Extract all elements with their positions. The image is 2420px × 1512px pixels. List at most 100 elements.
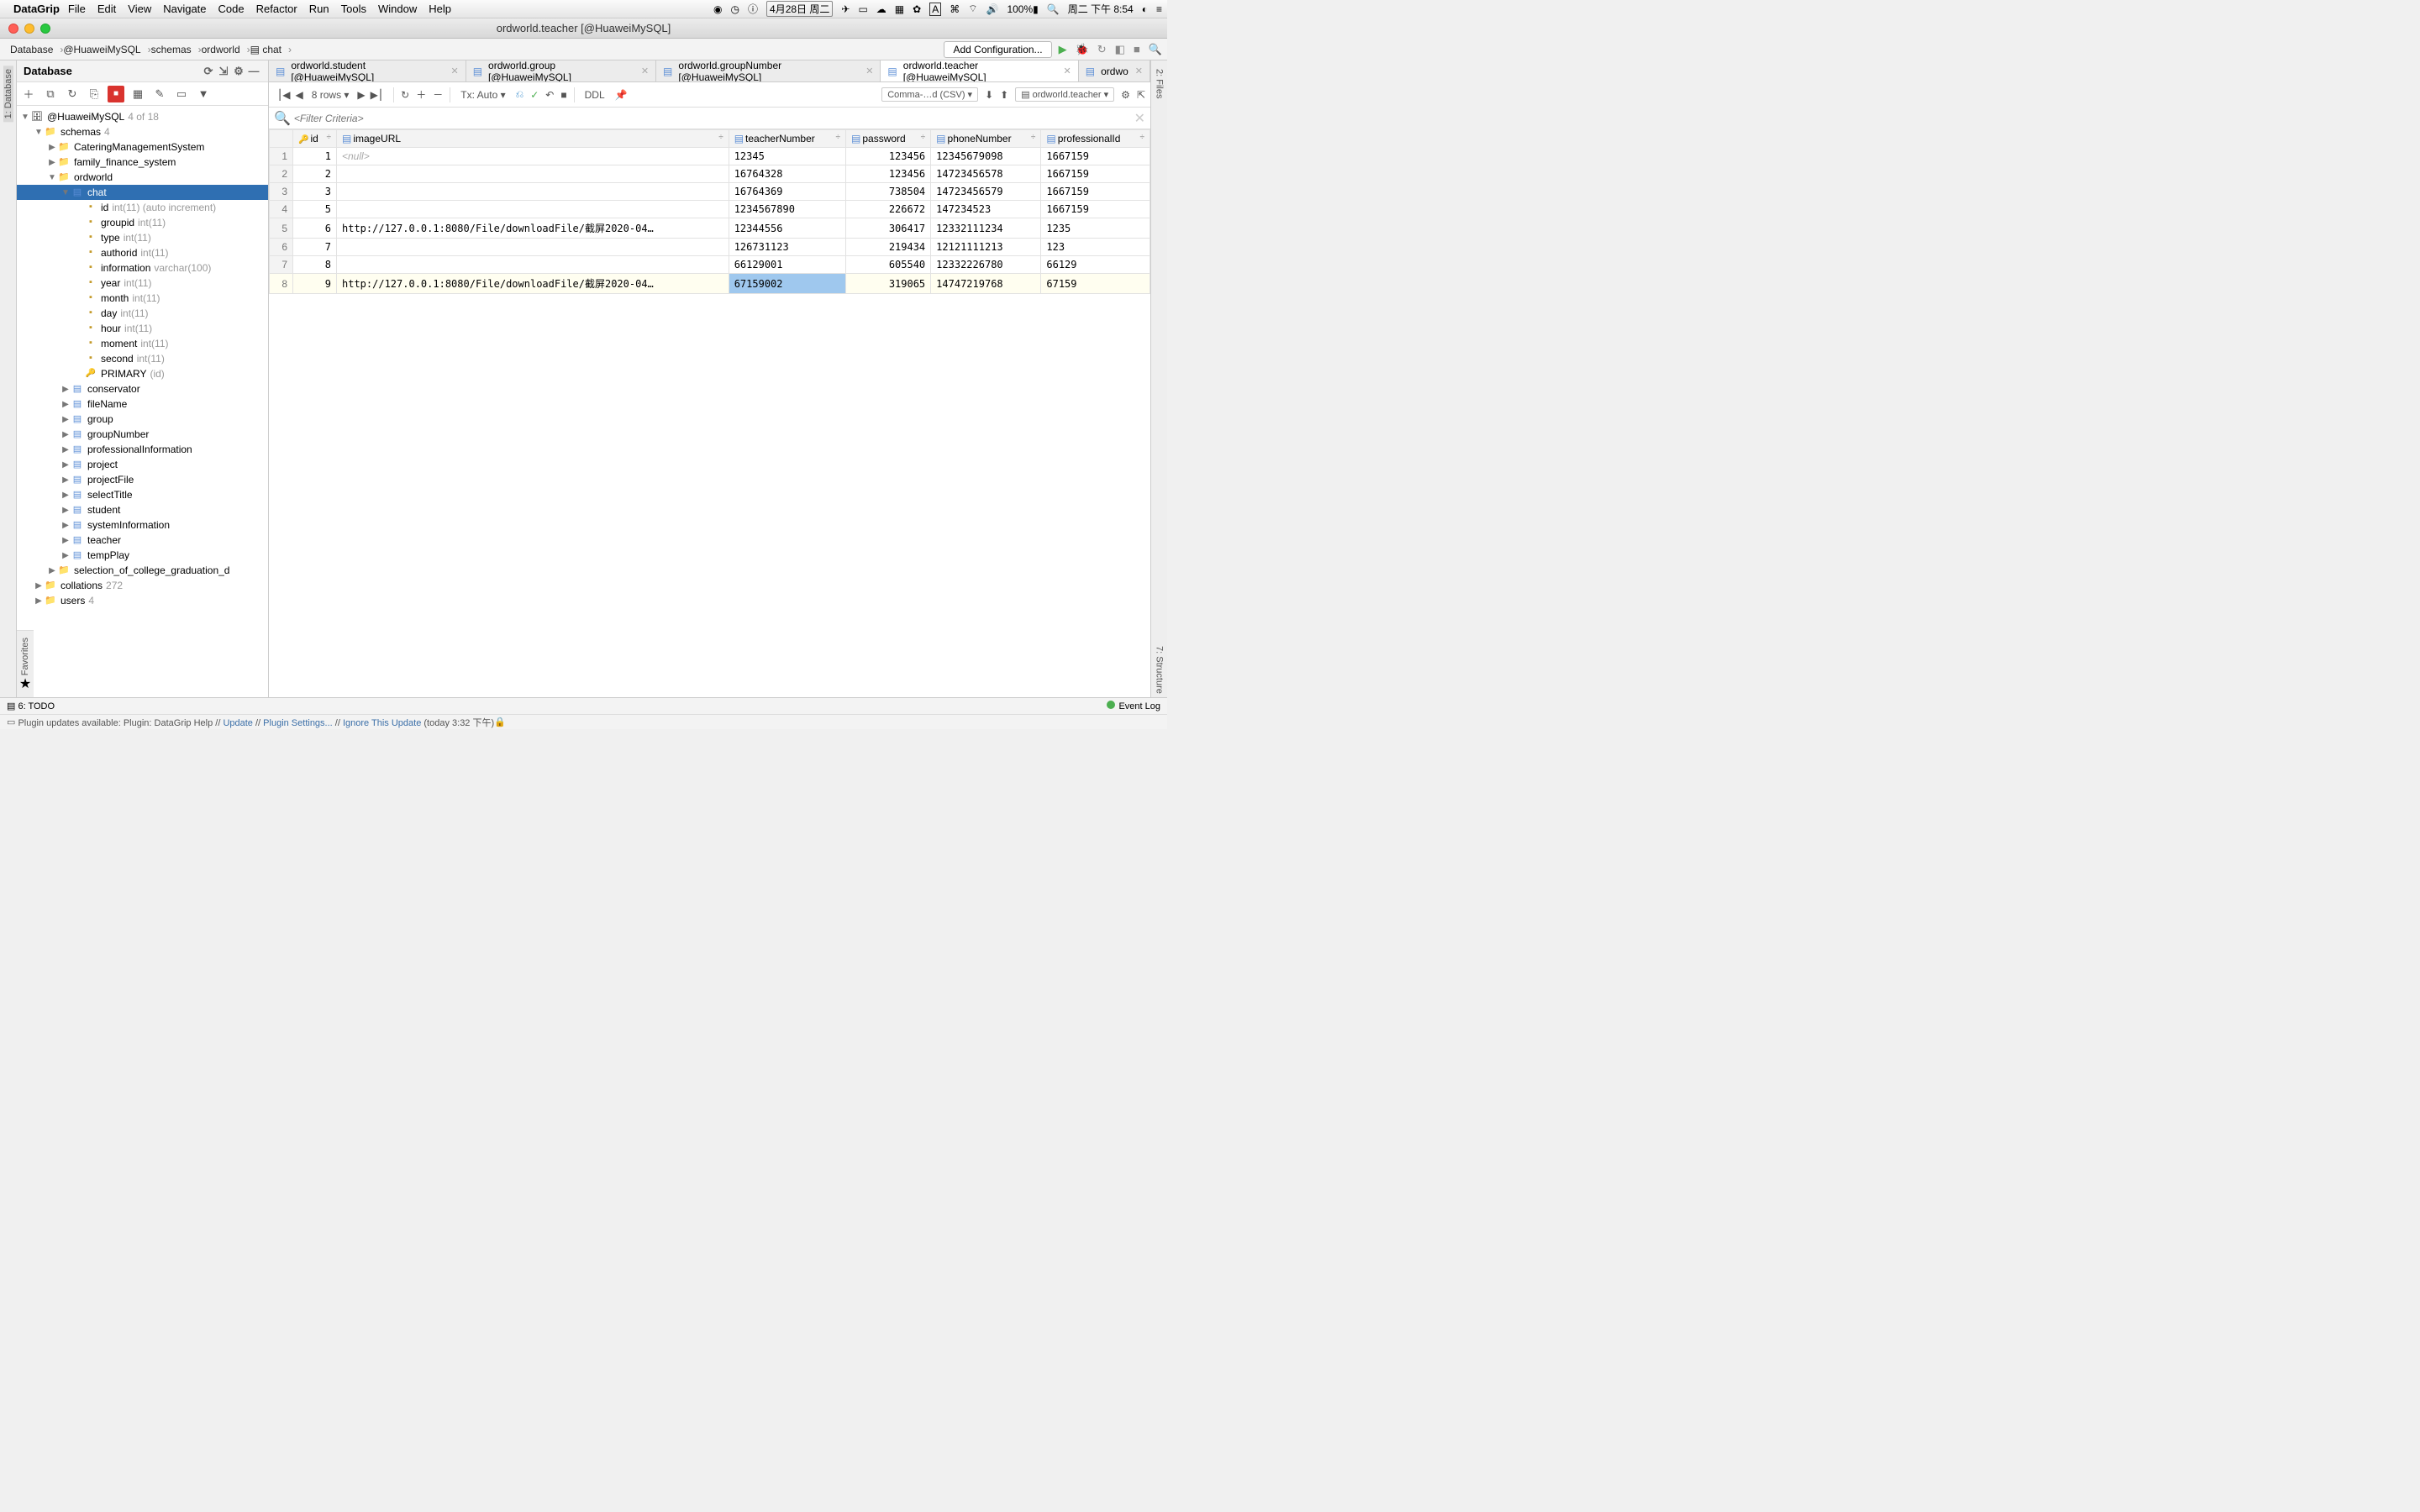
commit-icon[interactable]: ⎌ [516,88,524,101]
first-page-icon[interactable]: ⎮◀ [277,89,290,101]
edit-button[interactable]: ✎ [151,86,168,102]
app-name[interactable]: DataGrip [13,3,60,15]
prev-page-icon[interactable]: ◀ [295,89,302,101]
column-header[interactable]: imageURL÷ [337,130,729,148]
tree-row[interactable]: typeint(11) [17,230,268,245]
filter-criteria-input[interactable] [294,113,1134,124]
tree-row-selected[interactable]: chat [17,185,268,200]
table-row[interactable]: 11<null>12345123456123456790981667159 [270,148,1150,165]
menu-file[interactable]: File [68,3,86,15]
tree-row[interactable]: @HuaweiMySQL4 of 18 [17,109,268,124]
remove-row-icon[interactable]: － [433,87,443,102]
menu-window[interactable]: Window [378,3,417,15]
tree-row[interactable]: authoridint(11) [17,245,268,260]
siri-icon[interactable]: ◉ [713,3,722,15]
editor-tab[interactable]: ordwo✕ [1079,60,1150,81]
battery-indicator[interactable]: 100% ▮ [1007,3,1038,15]
new-datasource-button[interactable]: ＋ [20,86,37,102]
editor-tab[interactable]: ordworld.groupNumber [@HuaweiMySQL]✕ [656,60,881,81]
table-row[interactable]: 3316764369738504147234565791667159 [270,183,1150,201]
table-row[interactable]: 89http://127.0.0.1:8080/File/downloadFil… [270,274,1150,294]
close-tab-icon[interactable]: ✕ [450,66,458,76]
clear-filter-icon[interactable]: ✕ [1134,110,1145,127]
user-icon[interactable]: ◐ [1142,3,1148,15]
tree-row[interactable]: conservator [17,381,268,396]
tree-row[interactable]: 📁users4 [17,593,268,608]
ddl-button[interactable]: ▭ [173,86,190,102]
close-tab-icon[interactable]: ✕ [1135,66,1143,76]
toolwindow-files[interactable]: 2: Files [1155,66,1165,102]
tree-row[interactable]: 📁CateringManagementSystem [17,139,268,155]
status-link-update[interactable]: Update [223,718,252,728]
sync-icon[interactable]: ⟳ [201,65,216,78]
submit-icon[interactable]: ✓ [530,89,539,101]
column-header[interactable]: id÷ [293,130,337,148]
editor-tab[interactable]: ordworld.teacher [@HuaweiMySQL]✕ [881,60,1078,81]
table-row[interactable]: 4512345678902266721472345231667159 [270,201,1150,218]
table-row[interactable]: 56http://127.0.0.1:8080/File/downloadFil… [270,218,1150,239]
hide-icon[interactable]: — [246,65,261,77]
tree-row[interactable]: monthint(11) [17,291,268,306]
stop-icon[interactable]: ■ [1134,43,1140,55]
tree-row[interactable]: 📁family_finance_system [17,155,268,170]
toolwindow-structure[interactable]: 7: Structure [1155,643,1165,697]
favorites-label[interactable]: Favorites [20,638,30,675]
view-settings-icon[interactable]: ⚙ [1121,89,1130,101]
tree-row[interactable]: student [17,502,268,517]
last-page-icon[interactable]: ▶⎮ [371,89,383,101]
profile-icon[interactable]: ◧ [1115,43,1125,56]
wifi-icon[interactable]: ⌔ [968,3,977,15]
breadcrumb-schema[interactable]: ordworld [197,44,245,55]
tree-row[interactable]: project [17,457,268,472]
tree-row[interactable]: informationvarchar(100) [17,260,268,276]
tree-row[interactable]: tempPlay [17,548,268,563]
breadcrumb-datasource[interactable]: @HuaweiMySQL [58,44,145,55]
tree-row[interactable]: teacher [17,533,268,548]
database-tree[interactable]: @HuaweiMySQL4 of 18📁schemas4📁CateringMan… [17,106,268,630]
tree-row[interactable]: groupNumber [17,427,268,442]
add-configuration-button[interactable]: Add Configuration... [944,41,1051,58]
download-icon[interactable]: ⬇ [985,89,993,101]
notifications-icon[interactable]: ≡ [1156,3,1162,15]
grid-icon[interactable]: ▦ [895,3,904,15]
todo-toolwindow[interactable]: ▤ 6: TODO [7,701,55,711]
export-format-select[interactable]: Comma-…d (CSV) ▾ [881,87,978,102]
status-icon[interactable]: ▭ [7,717,15,727]
detach-icon[interactable]: ⇱ [1137,89,1145,101]
menu-tools[interactable]: Tools [341,3,366,15]
tree-row[interactable]: yearint(11) [17,276,268,291]
tree-row[interactable]: professionalInformation [17,442,268,457]
toolwindow-database[interactable]: 1: Database [3,66,13,122]
column-header[interactable]: teacherNumber÷ [729,130,845,148]
debug-icon[interactable]: 🐞 [1076,43,1089,56]
event-log-toolwindow[interactable]: Event Log [1107,701,1160,711]
menu-edit[interactable]: Edit [97,3,116,15]
menu-help[interactable]: Help [429,3,451,15]
collapse-icon[interactable]: ⇲ [216,65,231,78]
display-icon[interactable]: ▭ [858,3,867,15]
tree-row[interactable]: systemInformation [17,517,268,533]
lock-icon[interactable]: 🔒 [494,717,506,727]
upload-icon[interactable]: ⬆ [1000,89,1008,101]
breadcrumb-schemas[interactable]: schemas [146,44,197,55]
status-link-settings[interactable]: Plugin Settings... [263,718,333,728]
stop-button[interactable]: ■ [108,86,124,102]
tree-row[interactable]: 📁collations272 [17,578,268,593]
editor-tab[interactable]: ordworld.group [@HuaweiMySQL]✕ [466,60,656,81]
table-row[interactable]: 78661290016055401233222678066129 [270,256,1150,274]
table-row[interactable]: 6712673112321943412121111213123 [270,239,1150,256]
scope-select[interactable]: ▤ ordworld.teacher ▾ [1015,87,1114,102]
menu-view[interactable]: View [128,3,151,15]
menu-refactor[interactable]: Refactor [256,3,297,15]
bluetooth-icon[interactable]: ⌘ [950,3,960,15]
tree-row[interactable]: group [17,412,268,427]
tx-mode[interactable]: Tx: Auto ▾ [457,89,508,101]
tree-row[interactable]: idint(11) (auto increment) [17,200,268,215]
tree-row[interactable]: momentint(11) [17,336,268,351]
next-page-icon[interactable]: ▶ [357,89,365,101]
tree-row[interactable]: hourint(11) [17,321,268,336]
close-tab-icon[interactable]: ✕ [641,66,649,76]
favorites-star-icon[interactable]: ★ [19,675,31,692]
info-icon[interactable]: ⓘ [748,2,758,16]
column-header[interactable]: password÷ [846,130,931,148]
